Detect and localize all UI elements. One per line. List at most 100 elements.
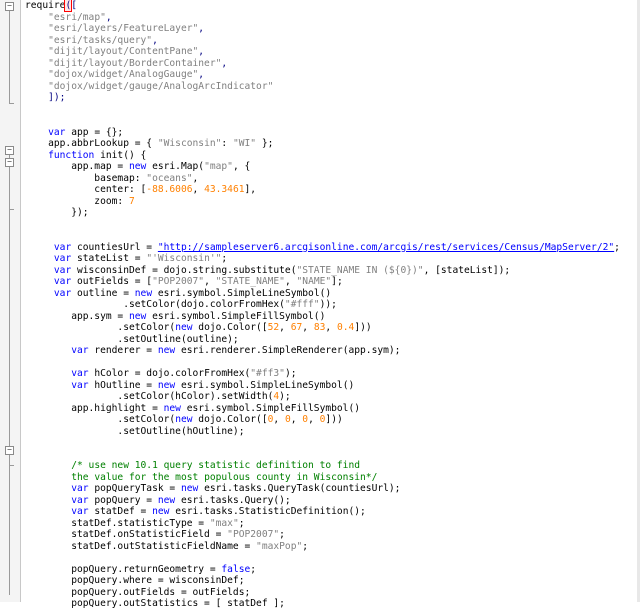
keyword-token: false <box>221 563 251 575</box>
string-token: "oceans" <box>146 172 193 184</box>
keyword-token: var <box>71 379 89 391</box>
code-line[interactable] <box>25 437 637 449</box>
code-token: ; <box>221 253 228 264</box>
url-link[interactable]: "http://sampleserver6.arcgisonline.com/a… <box>158 242 614 253</box>
string-token: "dijit/layout/ContentPane" <box>48 46 199 57</box>
code-line[interactable]: the value for the most populous county i… <box>25 472 637 484</box>
string-token: "STATE_NAME IN (${0})" <box>296 264 424 276</box>
code-line[interactable]: popQuery.outStatistics = [ statDef ]; <box>25 598 637 610</box>
code-line[interactable]: statDef.onStatisticField = "POP2007"; <box>25 529 637 541</box>
code-line[interactable]: var stateList = "'Wisconsin'"; <box>25 253 637 265</box>
comment-token: the value for the most populous county i… <box>71 471 378 483</box>
number-token: 7 <box>128 195 135 207</box>
code-line[interactable] <box>25 115 637 127</box>
code-line[interactable]: popQuery.returnGeometry = false; <box>25 564 637 576</box>
code-line[interactable]: popQuery.outFields = outFields; <box>25 587 637 599</box>
keyword-token: function <box>48 149 95 161</box>
code-line[interactable]: .setColor(hColor).setWidth(4); <box>25 391 637 403</box>
code-token: , <box>290 414 303 425</box>
code-token: wisconsinDef = dojo.string.substitute( <box>71 264 297 276</box>
code-token: ); <box>279 391 291 402</box>
code-line[interactable]: "dojox/widget/AnalogGauge", <box>25 69 637 81</box>
fold-line <box>9 11 10 103</box>
code-token: dojo.Color([ <box>192 322 268 333</box>
code-line[interactable] <box>25 230 637 242</box>
code-token: popQueryTask = <box>88 483 181 494</box>
code-line[interactable]: "dijit/layout/BorderContainer", <box>25 58 637 70</box>
code-line[interactable]: app.sym = new esri.symbol.SimpleFillSymb… <box>25 311 637 323</box>
code-line[interactable]: var hColor = dojo.colorFromHex("#ff3"); <box>25 368 637 380</box>
code-line[interactable] <box>25 357 637 369</box>
code-line[interactable]: var popQueryTask = new esri.tasks.QueryT… <box>25 483 637 495</box>
keyword-token: var <box>53 264 72 276</box>
code-line[interactable]: }); <box>25 207 637 219</box>
code-line[interactable]: app.abbrLookup = { "Wisconsin": "WI" }; <box>25 138 637 150</box>
code-token: , { <box>232 161 251 172</box>
code-line[interactable]: var popQuery = new esri.tasks.Query(); <box>25 495 637 507</box>
code-line[interactable] <box>25 449 637 461</box>
code-line[interactable]: "dijit/layout/ContentPane", <box>25 46 637 58</box>
code-line[interactable]: var countiesUrl = "http://sampleserver6.… <box>25 242 637 254</box>
code-line[interactable]: "esri/tasks/query", <box>25 35 637 47</box>
code-token: }); <box>25 207 89 218</box>
code-line[interactable]: var renderer = new esri.renderer.SimpleR… <box>25 345 637 357</box>
minus-box-icon[interactable] <box>5 146 14 155</box>
code-token: countiesUrl = <box>71 241 158 253</box>
code-line[interactable]: popQuery.where = wisconsinDef; <box>25 575 637 587</box>
code-line[interactable]: .setOutline(hOutline); <box>25 426 637 438</box>
code-token: app.abbrLookup = { <box>25 138 158 149</box>
code-token: .setColor(hColor).setWidth( <box>25 391 274 402</box>
keyword-token: var <box>71 345 89 356</box>
code-token: ; <box>238 517 245 529</box>
code-token: require <box>25 0 66 11</box>
code-line[interactable]: var outline = new esri.symbol.SimpleLine… <box>25 288 637 300</box>
code-line[interactable] <box>25 552 637 564</box>
code-line[interactable]: app.highlight = new esri.symbol.SimpleFi… <box>25 403 637 415</box>
string-token: "esri/map" <box>48 11 106 23</box>
code-line[interactable]: statDef.statisticType = "max"; <box>25 518 637 530</box>
code-line[interactable]: "dojox/widget/gauge/AnalogArcIndicator" <box>25 81 637 93</box>
code-token: .setColor( <box>25 414 176 425</box>
code-line[interactable]: basemap: "oceans", <box>25 173 637 185</box>
code-line[interactable]: var app = {}; <box>25 127 637 139</box>
code-line[interactable]: app.map = new esri.Map("map", { <box>25 161 637 173</box>
code-token: )); <box>319 299 337 310</box>
minus-box-icon[interactable] <box>5 2 14 11</box>
code-line[interactable]: .setColor(new dojo.Color([52, 67, 83, 0.… <box>25 322 637 334</box>
code-editor[interactable]: require([ "esri/map", "esri/layers/Featu… <box>0 0 640 609</box>
code-line[interactable]: var hOutline = new esri.symbol.SimpleLin… <box>25 380 637 392</box>
code-line[interactable]: var statDef = new esri.tasks.StatisticDe… <box>25 506 637 518</box>
code-line[interactable]: "esri/layers/FeatureLayer", <box>25 23 637 35</box>
code-token: .setOutline(outline); <box>25 333 239 345</box>
code-line[interactable]: require([ <box>25 0 637 12</box>
code-line[interactable]: var outFields = ["POP2007", "STATE_NAME"… <box>25 276 637 288</box>
code-line[interactable]: .setColor(dojo.colorFromHex("#fff")); <box>25 299 637 311</box>
code-token: ]; <box>331 276 343 287</box>
code-line[interactable]: center: [-88.6006, 43.3461], <box>25 184 637 196</box>
code-line[interactable]: .setOutline(outline); <box>25 334 637 346</box>
code-line[interactable]: /* use new 10.1 query statistic definiti… <box>25 460 637 472</box>
code-line[interactable]: "esri/map", <box>25 12 637 24</box>
code-line[interactable]: .setColor(new dojo.Color([0, 0, 0, 0])) <box>25 414 637 426</box>
keyword-token: var <box>53 241 72 253</box>
code-line[interactable]: ]); <box>25 92 637 104</box>
fold-end <box>9 209 14 210</box>
keyword-token: new <box>128 161 147 172</box>
code-token: ; <box>279 529 285 540</box>
code-lines[interactable]: require([ "esri/map", "esri/layers/Featu… <box>25 0 637 610</box>
string-token: "esri/tasks/query" <box>48 34 153 46</box>
minus-box-icon[interactable] <box>5 158 14 167</box>
code-line[interactable] <box>25 219 637 231</box>
code-line[interactable]: zoom: 7 <box>25 196 637 208</box>
code-line[interactable]: function init() { <box>25 150 637 162</box>
code-line[interactable]: statDef.outStatisticFieldName = "maxPop"… <box>25 541 637 553</box>
minus-box-icon[interactable] <box>5 446 14 455</box>
code-line[interactable]: var wisconsinDef = dojo.string.substitut… <box>25 265 637 277</box>
code-line[interactable] <box>25 104 637 116</box>
code-token: , <box>279 322 291 333</box>
